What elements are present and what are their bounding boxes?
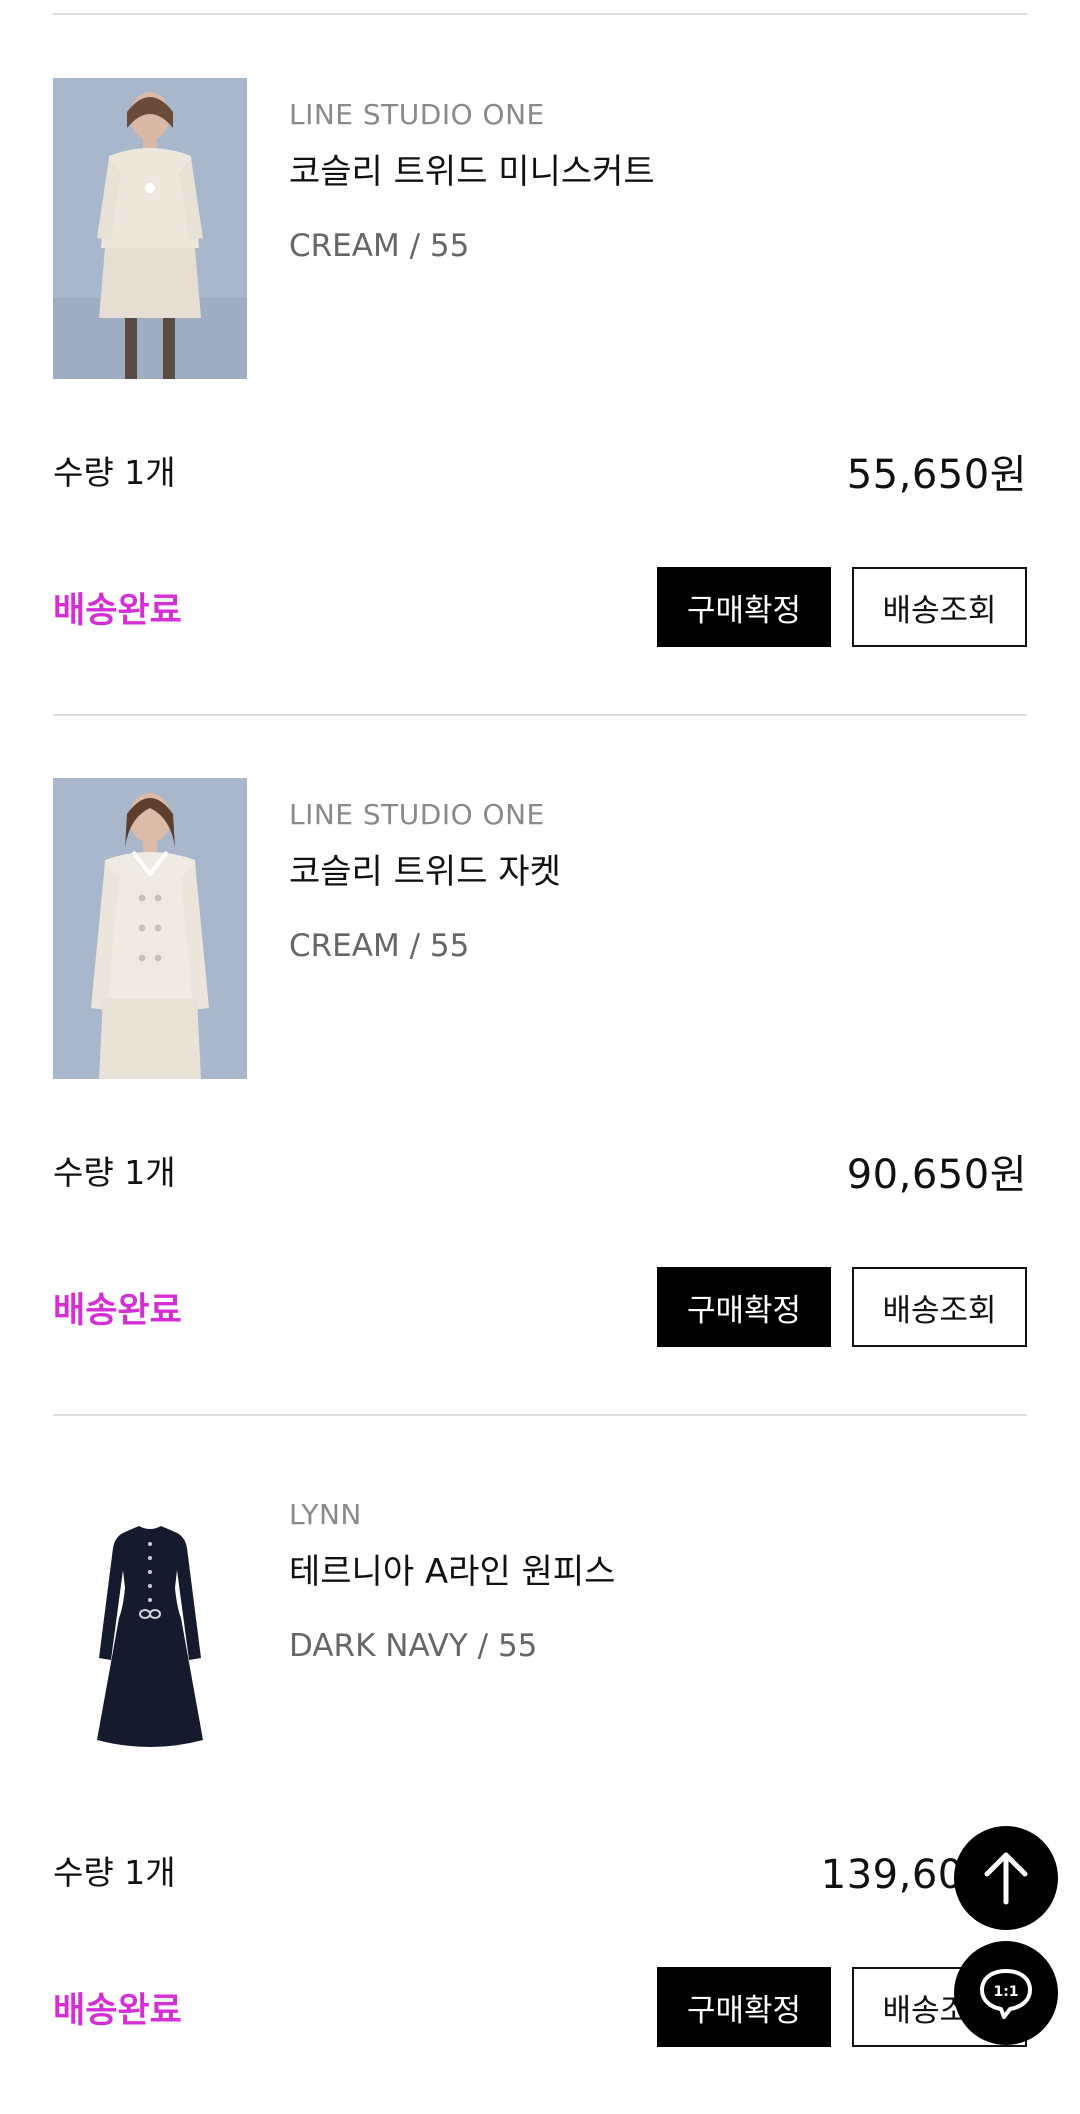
price: 55,650원 [846,452,1027,498]
scroll-to-top-button[interactable] [954,1826,1058,1930]
delivery-status: 배송완료 [53,591,182,631]
confirm-purchase-button[interactable]: 구매확정 [657,1967,831,2047]
confirm-purchase-button[interactable]: 구매확정 [657,1267,831,1347]
order-item: LINE STUDIO ONE 코슬리 트위드 자켓 CREAM / 55 수량… [53,714,1027,1416]
product-name[interactable]: 테르니아 A라인 원피스 [289,1544,615,1593]
arrow-up-icon [984,1852,1028,1905]
product-image[interactable] [53,78,247,379]
chat-button[interactable]: 1:1 [954,1941,1058,2045]
product-name[interactable]: 코슬리 트위드 자켓 [289,844,561,893]
order-item: LINE STUDIO ONE 코슬리 트위드 미니스커트 CREAM / 55… [53,14,1027,716]
price: 90,650원 [846,1152,1027,1198]
product-brand: LYNN [289,1498,362,1531]
confirm-purchase-button[interactable]: 구매확정 [657,567,831,647]
track-delivery-button[interactable]: 배송조회 [852,1267,1027,1347]
chat-bubble-icon: 1:1 [980,1969,1032,2019]
order-item: LYNN 테르니아 A라인 원피스 DARK NAVY / 55 수량 1개 1… [53,1414,1027,2114]
delivery-status: 배송완료 [53,1291,182,1331]
product-brand: LINE STUDIO ONE [289,798,545,831]
chat-label: 1:1 [993,1984,1018,2000]
quantity: 수량 1개 [53,1153,176,1192]
product-option: CREAM / 55 [289,228,470,264]
product-option: CREAM / 55 [289,928,470,964]
quantity: 수량 1개 [53,1853,176,1892]
product-name[interactable]: 코슬리 트위드 미니스커트 [289,144,655,193]
product-image[interactable] [53,1478,247,1779]
track-delivery-button[interactable]: 배송조회 [852,567,1027,647]
quantity: 수량 1개 [53,453,176,492]
product-option: DARK NAVY / 55 [289,1628,538,1664]
delivery-status: 배송완료 [53,1991,182,2031]
product-image[interactable] [53,778,247,1079]
product-brand: LINE STUDIO ONE [289,98,545,131]
